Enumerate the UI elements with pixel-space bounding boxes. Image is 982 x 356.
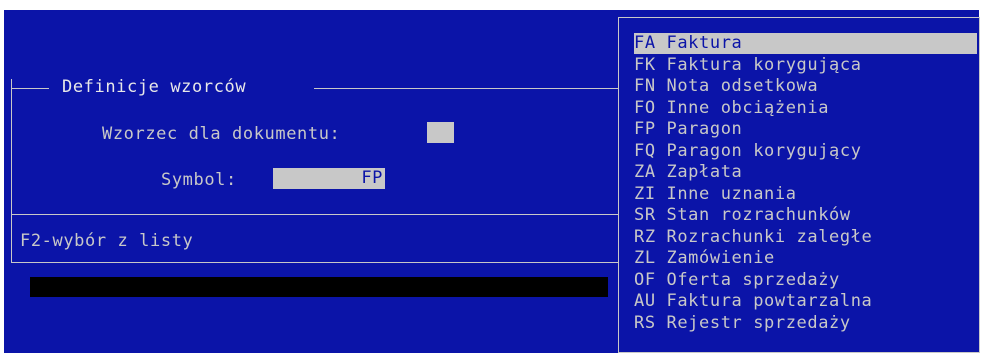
list-item-fp[interactable]: FP Paragon xyxy=(634,119,742,140)
list-item-code: FP xyxy=(634,119,656,139)
list-item-rz[interactable]: RZ Rozrachunki zaległe xyxy=(634,227,872,248)
hint-text: F2-wybór z listy xyxy=(20,231,194,251)
list-item-code: OF xyxy=(634,269,656,290)
list-item-fq[interactable]: FQ Paragon korygujący xyxy=(634,141,862,162)
list-item-name: Nota odsetkowa xyxy=(666,76,819,96)
list-item-za[interactable]: ZA Zapłata xyxy=(634,162,742,183)
list-item-zl[interactable]: ZL Zamówienie xyxy=(634,248,775,269)
list-item-name: Paragon xyxy=(666,119,743,139)
frame-separator xyxy=(11,214,621,215)
list-item-name: Paragon korygujący xyxy=(666,140,862,161)
list-item-name: Faktura korygująca xyxy=(666,54,862,75)
list-item-code: SR xyxy=(634,205,656,225)
list-item-name: Faktura xyxy=(666,33,743,53)
list-item-au[interactable]: AU Faktura powtarzalna xyxy=(634,291,872,312)
document-template-label: Wzorzec dla dokumentu: xyxy=(102,124,341,144)
list-item-fo[interactable]: FO Inne obciążenia xyxy=(634,98,829,119)
list-item-sr[interactable]: SR Stan rozrachunków xyxy=(634,205,851,226)
list-item-name: Inne uznania xyxy=(666,183,797,204)
symbol-field[interactable]: FP xyxy=(273,168,385,189)
list-item-code: AU xyxy=(634,291,656,311)
list-item-code: FQ xyxy=(634,140,656,161)
list-item-code: RZ xyxy=(634,226,656,247)
symbol-label: Symbol: xyxy=(161,170,237,190)
list-item-fk[interactable]: FK Faktura korygująca xyxy=(634,55,862,76)
status-bar xyxy=(30,277,608,297)
list-item-code: FO xyxy=(634,97,656,118)
list-item-code: FN xyxy=(634,76,656,96)
list-item-of[interactable]: OF Oferta sprzedaży xyxy=(634,270,840,291)
list-item-rs[interactable]: RS Rejestr sprzedaży xyxy=(634,313,851,334)
list-item-name: Zapłata xyxy=(666,162,743,182)
dialog-title: Definicje wzorców xyxy=(62,77,247,97)
document-type-list: FA Faktura FK Faktura korygująca FN Nota o… xyxy=(618,17,980,353)
list-item-name: Inne obciążenia xyxy=(666,97,830,118)
list-item-code: FK xyxy=(634,54,656,75)
list-item-fn[interactable]: FN Nota odsetkowa xyxy=(634,76,818,97)
list-item-fa[interactable]: FA Faktura xyxy=(634,33,977,54)
list-item-code: RS xyxy=(634,312,656,333)
list-item-name: Stan rozrachunków xyxy=(666,205,851,225)
list-item-code: ZL xyxy=(634,248,656,268)
list-item-code: ZI xyxy=(634,183,656,204)
document-template-field[interactable] xyxy=(427,122,454,143)
list-item-name: Oferta sprzedaży xyxy=(666,269,840,290)
list-item-name: Rejestr sprzedaży xyxy=(666,312,851,333)
list-item-code: ZA xyxy=(634,162,656,182)
list-item-name: Rozrachunki zaległe xyxy=(666,226,873,247)
list-item-name: Faktura powtarzalna xyxy=(666,291,873,311)
list-item-zi[interactable]: ZI Inne uznania xyxy=(634,184,797,205)
list-item-name: Zamówienie xyxy=(666,248,775,268)
list-item-code: FA xyxy=(634,33,656,53)
